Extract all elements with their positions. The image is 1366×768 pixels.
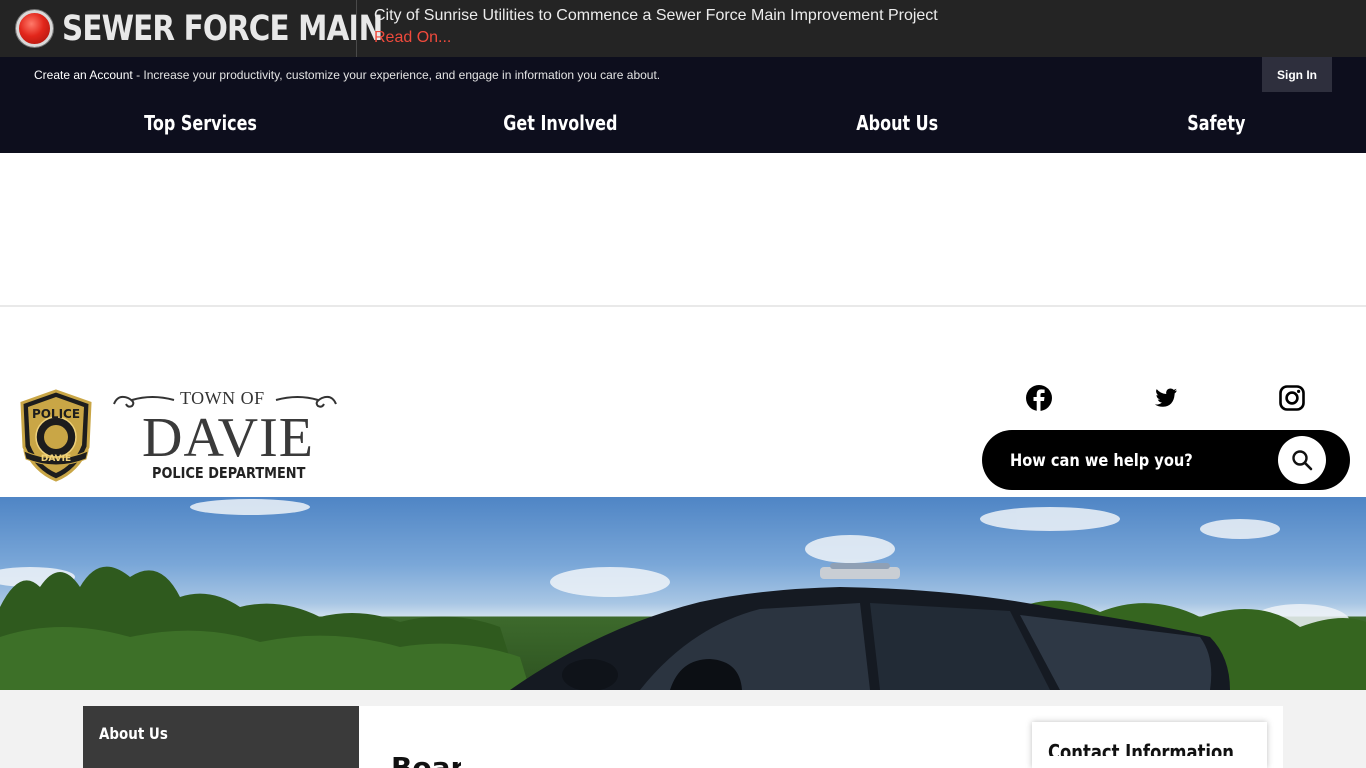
account-bar: Create an Account - Increase your produc…: [0, 57, 1366, 93]
search-input[interactable]: [1010, 448, 1243, 474]
hero-banner-image: [0, 497, 1366, 690]
search-icon: [1292, 450, 1313, 471]
page-title: Board: [391, 754, 461, 768]
alert-message: City of Sunrise Utilities to Commence a …: [374, 7, 938, 24]
alert-divider: [356, 0, 357, 57]
logo-davie: DAVIE: [142, 407, 314, 469]
main-navigation: Top Services Get Involved About Us Safet…: [0, 93, 1366, 153]
contact-information-title: Contact Information: [1048, 742, 1234, 756]
nav-item-get-involved[interactable]: Get Involved: [503, 111, 617, 135]
alert-read-on-link[interactable]: Read On...: [374, 29, 451, 47]
emergency-alert-bar: SEWER FORCE MAIN City of Sunrise Utiliti…: [0, 0, 1366, 57]
logo-town-of: TOWN OF: [180, 388, 265, 408]
right-sidebar: Contact Information: [1016, 706, 1283, 768]
side-navigation: About Us: [83, 706, 359, 768]
alert-indicator-icon: [16, 10, 53, 47]
facebook-icon[interactable]: [1025, 384, 1053, 412]
site-search: [982, 430, 1350, 490]
badge-davie-text: DAVIE: [41, 454, 71, 464]
nav-item-top-services[interactable]: Top Services: [144, 111, 257, 135]
nav-item-safety[interactable]: Safety: [1187, 111, 1245, 135]
nav-item-about-us[interactable]: About Us: [856, 111, 938, 135]
account-prompt: Create an Account - Increase your produc…: [34, 68, 660, 82]
search-button[interactable]: [1278, 436, 1326, 484]
instagram-icon[interactable]: [1278, 384, 1306, 412]
alert-title: SEWER FORCE MAIN: [62, 9, 383, 49]
section-divider: [0, 305, 1366, 307]
twitter-icon[interactable]: [1151, 384, 1179, 412]
hero-illustration: [0, 499, 1366, 690]
police-badge-logo[interactable]: POLICE DAVIE: [18, 389, 94, 482]
logo-police-department: POLICE DEPARTMENT: [152, 464, 306, 482]
sign-in-button[interactable]: Sign In: [1262, 57, 1332, 92]
main-content: Board: [359, 706, 1016, 768]
account-description: - Increase your productivity, customize …: [132, 68, 661, 82]
badge-police-text: POLICE: [32, 407, 80, 421]
side-nav-about-us[interactable]: About Us: [99, 724, 168, 743]
create-account-link[interactable]: Create an Account: [34, 68, 133, 82]
